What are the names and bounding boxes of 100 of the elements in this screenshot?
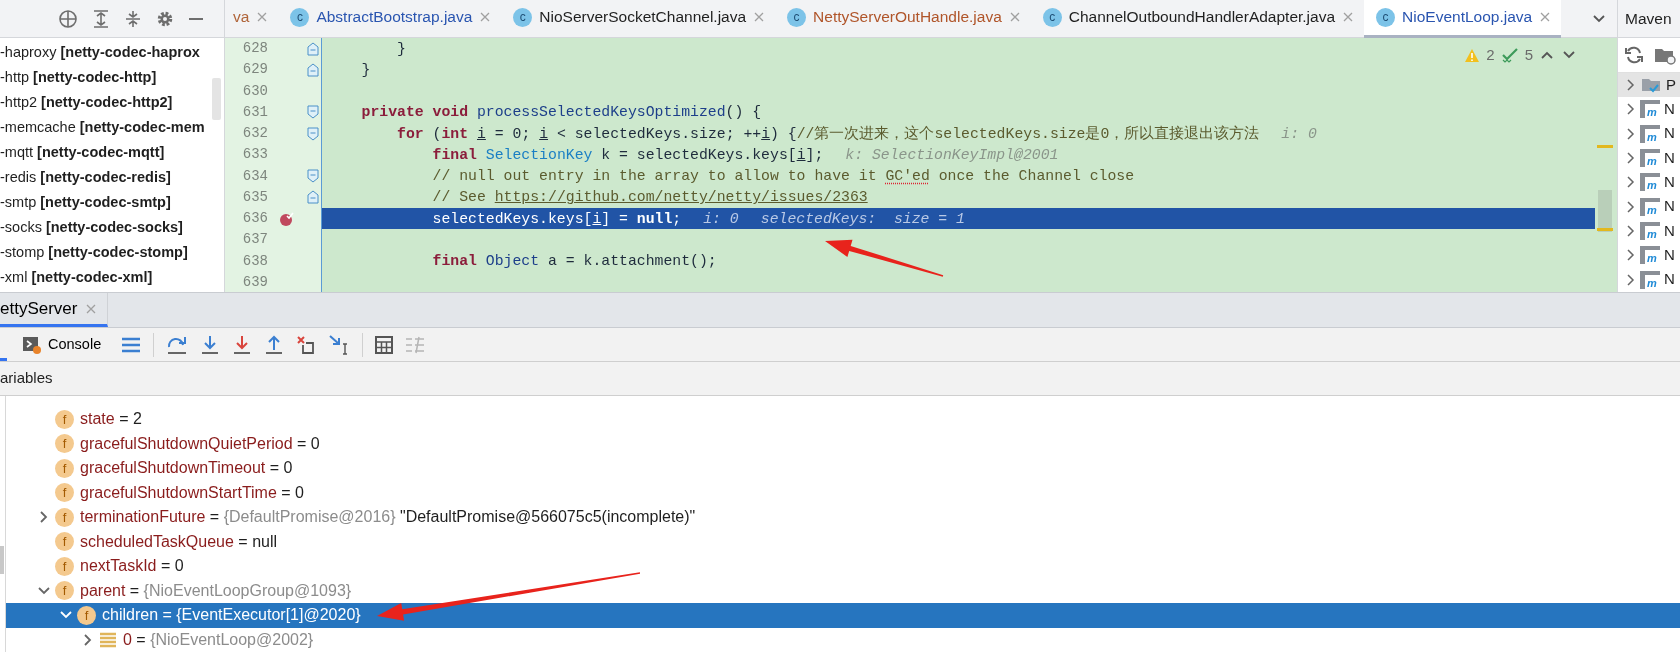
menu-icon[interactable] [121, 336, 142, 353]
step-out-icon[interactable] [264, 334, 285, 355]
code-line: final Object a = k.attachment(); [431, 252, 717, 272]
check-icon[interactable] [1500, 47, 1519, 64]
field-icon: f [55, 507, 74, 527]
tree-row[interactable]: f gracefulShutdownQuietPeriod = 0 [6, 431, 1680, 456]
close-icon[interactable] [1008, 11, 1021, 23]
variable-text: parent = {NioEventLoopGroup@1093} [80, 580, 352, 601]
fold-icon[interactable] [307, 190, 319, 205]
class-icon: c [1042, 7, 1062, 27]
chevron-right-icon[interactable] [39, 510, 49, 525]
close-icon[interactable] [1342, 11, 1355, 23]
line-number: 632 [241, 124, 268, 143]
refresh-icon[interactable] [1624, 45, 1644, 65]
tree-row[interactable]: P [1618, 73, 1680, 98]
tree-row[interactable]: f nextTaskId = 0 [6, 554, 1680, 579]
settings-icon[interactable] [156, 9, 174, 28]
close-icon[interactable] [1539, 11, 1552, 23]
editor-tab[interactable]: c ChannelOutboundHandlerAdapter.java [1030, 0, 1365, 38]
variable-text: terminationFuture = {DefaultPromise@2016} "DefaultPromise@566075c5(incomplete)" [80, 507, 696, 528]
breakpoint-icon[interactable] [278, 210, 295, 227]
scrollbar[interactable] [1598, 190, 1612, 232]
fold-icon[interactable] [307, 126, 319, 141]
tree-row[interactable]: f children = {EventExecutor[1]@2020} [6, 603, 1680, 628]
tree-row[interactable]: m N [1618, 170, 1680, 195]
editor-tab[interactable]: c AbstractBootstrap.java [278, 0, 502, 38]
force-step-into-icon[interactable] [232, 334, 253, 355]
tree-item[interactable]: -xml [netty-codec-xml] [0, 265, 153, 290]
chevron-right-icon[interactable] [1626, 272, 1636, 287]
step-over-icon[interactable] [166, 334, 189, 355]
chevron-right-icon[interactable] [1626, 199, 1636, 214]
fold-icon[interactable] [307, 105, 319, 120]
chevron-right-icon[interactable] [1626, 102, 1636, 117]
chevron-right-icon[interactable] [1626, 175, 1636, 190]
tree-row[interactable]: f scheduledTaskQueue = null [6, 529, 1680, 554]
editor-tab[interactable]: c NettyServerOutHandle.java [775, 0, 1031, 38]
console-icon [22, 334, 42, 355]
tree-item[interactable]: -redis [netty-codec-redis] [0, 165, 171, 190]
locate-icon[interactable] [58, 8, 78, 29]
tree-row[interactable]: m N [1618, 218, 1680, 244]
tree-row[interactable]: m N [1618, 121, 1680, 146]
tree-row[interactable]: m N [1618, 145, 1680, 171]
tree-row[interactable]: 0 = {NioEventLoop@2002} [6, 627, 1680, 652]
class-icon: c [787, 7, 807, 27]
expand-all-icon[interactable] [92, 8, 110, 29]
tree-row[interactable]: f state = 2 [6, 407, 1680, 432]
chevron-right-icon[interactable] [1626, 248, 1636, 263]
console-button[interactable]: Console [22, 333, 110, 356]
chevron-right-icon[interactable] [83, 632, 93, 647]
tree-item[interactable]: -memcache [netty-codec-mem [0, 115, 205, 140]
editor-tab[interactable]: va [225, 0, 279, 38]
code-line: // See https://github.com/netty/netty/issues/2363 [431, 188, 868, 208]
class-icon: c [290, 7, 310, 27]
step-into-icon[interactable] [200, 334, 221, 355]
tree-item[interactable]: -smtp [netty-codec-smtp] [0, 190, 171, 215]
tree-item[interactable]: -http [netty-codec-http] [0, 65, 157, 90]
tree-row[interactable]: m N [1618, 97, 1680, 122]
scrollbar[interactable] [0, 546, 4, 574]
tree-item[interactable]: -haproxy [netty-codec-haprox [0, 40, 200, 65]
tree-item[interactable]: -socks [netty-codec-socks] [0, 215, 183, 240]
line-number: 629 [241, 60, 268, 80]
close-icon[interactable] [256, 11, 269, 23]
fold-icon[interactable] [307, 169, 319, 184]
editor-tab[interactable]: c NioEventLoop.java [1364, 0, 1562, 38]
line-number: 637 [241, 230, 268, 250]
variable-text: nextTaskId = 0 [80, 556, 184, 577]
tree-item[interactable]: -stomp [netty-codec-stomp] [0, 240, 188, 265]
tree-row[interactable]: f terminationFuture = {DefaultPromise@2016} "DefaultPromise@566075c5(incomplete)" [6, 505, 1680, 530]
chevron-right-icon[interactable] [1626, 151, 1636, 166]
drop-frame-icon[interactable] [296, 334, 317, 355]
tree-label: N [1664, 147, 1675, 168]
tree-row[interactable]: m N [1618, 267, 1680, 292]
fold-icon[interactable] [307, 62, 319, 77]
chevron-down-icon[interactable] [37, 585, 51, 596]
close-icon[interactable] [753, 11, 766, 23]
tree-row[interactable]: f parent = {NioEventLoopGroup@1093} [6, 578, 1680, 603]
chevron-right-icon[interactable] [1626, 126, 1636, 141]
chevron-right-icon[interactable] [1626, 78, 1636, 93]
chevron-right-icon[interactable] [1626, 223, 1636, 238]
code-line: final SelectionKey k = selectedKeys.keys[i]; [431, 145, 824, 165]
calculator-icon[interactable] [375, 335, 394, 354]
tree-item[interactable]: -http2 [netty-codec-http2] [0, 90, 173, 115]
field-icon: f [55, 409, 74, 429]
tree-row[interactable]: f gracefulShutdownTimeout = 0 [6, 456, 1680, 481]
line-number: 631 [241, 102, 268, 122]
field-icon: f [55, 434, 74, 454]
scrollbar[interactable] [212, 78, 221, 120]
collapse-all-icon[interactable] [124, 8, 142, 29]
line-number: 635 [241, 187, 268, 207]
variable-text: scheduledTaskQueue = null [80, 531, 278, 552]
close-icon[interactable] [479, 11, 492, 23]
chevron-down-icon[interactable] [59, 610, 73, 621]
tree-item[interactable]: -mqtt [netty-codec-mqtt] [0, 140, 165, 165]
tree-row[interactable]: f gracefulShutdownStartTime = 0 [6, 480, 1680, 505]
tree-row[interactable]: m N [1618, 243, 1680, 268]
tree-label: N [1664, 220, 1675, 241]
tree-row[interactable]: m N [1618, 194, 1680, 219]
fold-icon[interactable] [307, 41, 319, 56]
field-icon: f [55, 556, 74, 576]
editor-tab[interactable]: c NioServerSocketChannel.java [501, 0, 776, 38]
